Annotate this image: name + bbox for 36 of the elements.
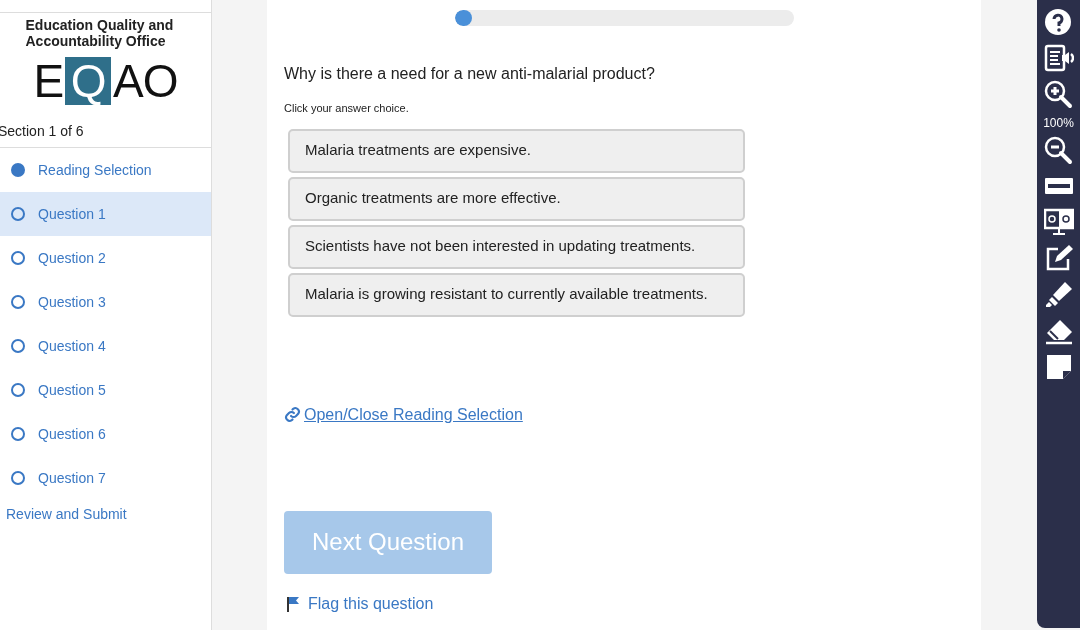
organization-name: Education Quality and Accountability Office xyxy=(25,17,175,49)
item-label: Question 2 xyxy=(38,248,106,268)
item-label: Question 6 xyxy=(38,424,106,444)
answer-choice[interactable]: Organic treatments are more effective. xyxy=(288,176,745,221)
navigation-item[interactable]: Reading Selection xyxy=(0,148,211,192)
navigation-item[interactable]: Question 6 xyxy=(0,412,211,456)
reading-selection-link[interactable]: Open/Close Reading Selection xyxy=(304,402,523,427)
flag-question-link[interactable]: Flag this question xyxy=(308,591,434,616)
item-label: Question 5 xyxy=(38,380,106,400)
navigation-item[interactable]: Question 7 xyxy=(0,456,211,500)
logo: E Q AO xyxy=(33,57,178,105)
item-label: Question 7 xyxy=(38,468,106,488)
zoom-level-text: 100% xyxy=(1043,116,1074,130)
navigation-item[interactable]: Question 1 xyxy=(0,192,211,236)
item-label: Question 3 xyxy=(38,292,106,312)
question-text: Why is there a need for a new anti-malarial product? xyxy=(284,64,656,84)
item-label: Question 1 xyxy=(38,204,106,224)
navigation-item[interactable]: Question 3 xyxy=(0,280,211,324)
instruction-text: Click your answer choice. xyxy=(284,101,410,116)
navigation-item[interactable]: Question 2 xyxy=(0,236,211,280)
navigation-item[interactable]: Question 4 xyxy=(0,324,211,368)
flag-icon xyxy=(286,595,300,612)
zoom-out-icon[interactable] xyxy=(1043,136,1074,166)
item-label: Reading Selection xyxy=(38,160,152,180)
navigation-item[interactable]: Question 5 xyxy=(0,368,211,412)
review-link[interactable]: Review and Submit xyxy=(0,504,211,525)
highlighter-icon[interactable] xyxy=(1043,280,1074,310)
answer-choice[interactable]: Malaria treatments are expensive. xyxy=(288,128,745,173)
item-label: Question 4 xyxy=(38,336,106,356)
link-icon xyxy=(284,406,301,423)
answer-choice[interactable]: Scientists have not been interested in updating treatments. xyxy=(288,224,745,269)
answer-choice[interactable]: Malaria is growing resistant to currently available treatments. xyxy=(288,272,745,317)
monitor-icon[interactable] xyxy=(1043,208,1074,238)
document-speaker-icon[interactable] xyxy=(1043,44,1074,74)
help-icon[interactable] xyxy=(1043,8,1074,38)
zoom-in-icon[interactable] xyxy=(1043,80,1074,110)
